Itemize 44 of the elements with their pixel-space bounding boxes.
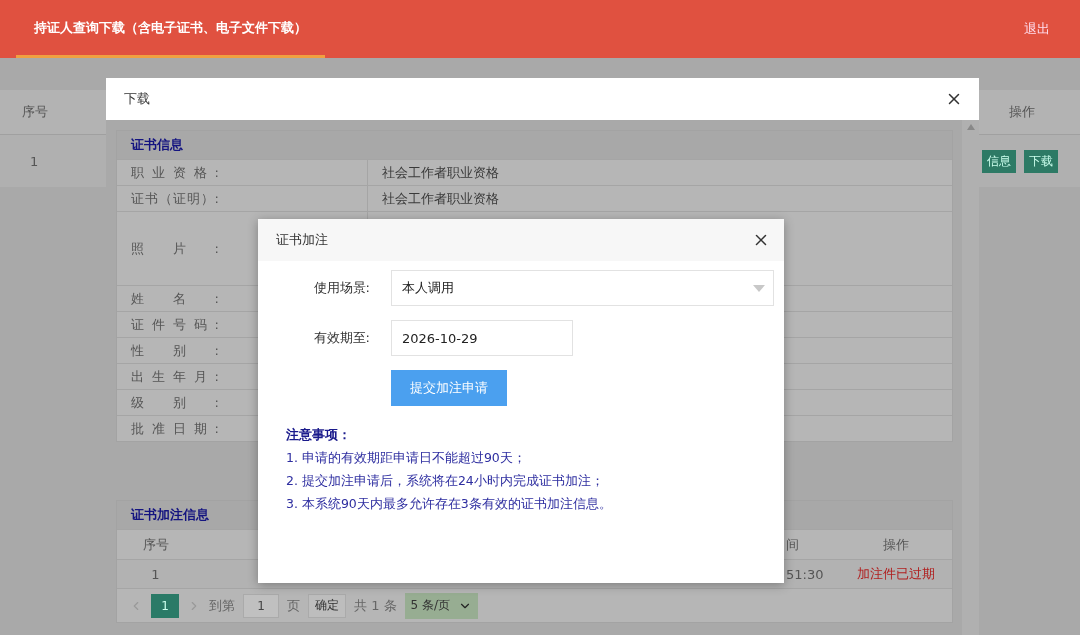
confirm-button[interactable]: 确定 <box>308 593 346 618</box>
panel-title: 证书信息 <box>117 131 952 159</box>
field-value: 社会工作者职业资格 <box>381 189 499 208</box>
table-cell-text: 1 <box>150 566 161 582</box>
action-button[interactable]: 下载 <box>1024 149 1058 173</box>
dropdown-icon <box>753 284 765 292</box>
page-button[interactable]: 1 <box>151 593 179 618</box>
page-label: 页 <box>287 596 300 615</box>
field-label: 性别: <box>131 341 219 360</box>
field-label: 出生年月: <box>131 367 219 386</box>
field-label: 姓名: <box>131 289 219 308</box>
notes-title: 注意事项： <box>286 426 352 444</box>
field-label: 级别: <box>131 393 219 412</box>
field-label: 证书（证明）: <box>131 189 219 208</box>
column-header: 序号 <box>22 103 48 121</box>
column-header: 间 <box>785 535 800 554</box>
date-field[interactable]: 2026-10-29 <box>391 320 573 356</box>
goto-label: 到第 <box>209 596 235 615</box>
nav-tab[interactable]: 持证人查询下载（含电子证书、电子文件下载） <box>16 0 325 58</box>
scroll-up-icon[interactable] <box>966 124 975 130</box>
status-text: 加注件已过期 <box>855 565 936 583</box>
table-cell: 1 <box>30 153 39 169</box>
page-size-select[interactable]: 5 条/页 <box>404 592 479 619</box>
column-header: 操作 <box>1009 103 1035 121</box>
total-count: 共 1 条 <box>354 596 397 615</box>
field-value: 社会工作者职业资格 <box>381 163 499 182</box>
note-text: 2. 提交加注申请后，系统将在24小时内完成证书加注； <box>286 473 605 490</box>
field-label: 有效期至: <box>312 329 370 347</box>
note-text: 1. 申请的有效期距申请日不能超过90天； <box>286 450 527 467</box>
table-cell-text: 51:30 <box>785 566 825 582</box>
field-label: 照片: <box>131 239 219 258</box>
scenario-select[interactable]: 本人调用 <box>391 270 774 306</box>
action-button[interactable]: 信息 <box>982 149 1016 173</box>
field-label: 职业资格: <box>131 163 219 182</box>
dialog-title: 证书加注 <box>276 231 328 249</box>
field-label: 证件号码: <box>131 315 219 334</box>
submit-button[interactable]: 提交加注申请 <box>391 370 507 406</box>
dialog-title: 下载 <box>124 90 150 108</box>
logout-link[interactable]: 退出 <box>1024 0 1064 58</box>
page-input[interactable]: 1 <box>243 593 279 618</box>
column-header: 序号 <box>141 535 170 554</box>
field-label: 批准日期: <box>131 419 219 438</box>
field-label: 使用场景: <box>312 279 370 297</box>
column-header: 操作 <box>881 535 910 554</box>
